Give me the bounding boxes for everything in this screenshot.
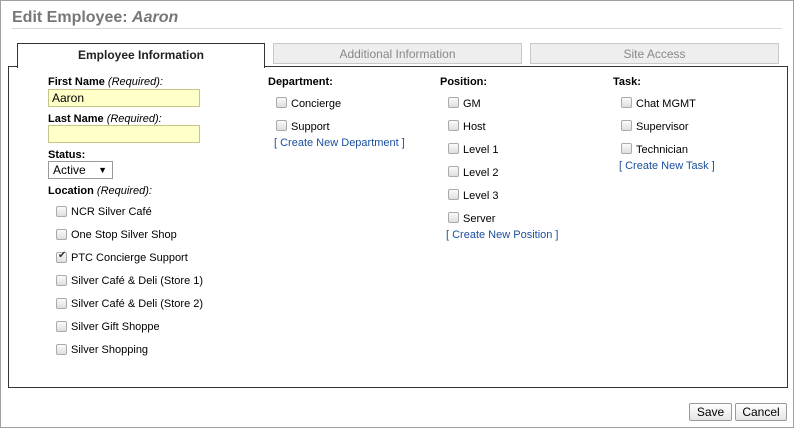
location-option-label: PTC Concierge Support — [71, 252, 188, 264]
position-checkbox-level-1[interactable] — [448, 143, 459, 154]
task-option-label: Chat MGMT — [636, 98, 696, 110]
position-label: Position: — [440, 76, 488, 88]
position-option-label: Level 3 — [463, 190, 499, 202]
position-checkbox-host[interactable] — [448, 120, 459, 131]
last-name-label: Last Name (Required): — [48, 113, 162, 125]
location-option-label: NCR Silver Café — [71, 206, 152, 218]
position-option-label: Level 2 — [463, 167, 499, 179]
tab-employee-information[interactable]: Employee Information — [17, 43, 265, 68]
location-option-label: Silver Café & Deli (Store 2) — [71, 298, 204, 310]
department-option-label: Concierge — [291, 98, 342, 110]
location-checkbox-silver-gift-shoppe[interactable] — [56, 321, 67, 332]
last-name-input[interactable] — [48, 125, 200, 143]
create-new-department-link[interactable]: [ Create New Department ] — [274, 137, 405, 149]
create-new-position-link[interactable]: [ Create New Position ] — [446, 229, 559, 241]
task-option-label: Technician — [636, 144, 688, 156]
save-button[interactable]: Save — [689, 403, 732, 421]
task-checkbox-chat-mgmt[interactable] — [621, 97, 632, 108]
location-label: Location (Required): — [48, 185, 152, 197]
position-checkbox-level-2[interactable] — [448, 166, 459, 177]
task-checkbox-technician[interactable] — [621, 143, 632, 154]
department-checkbox-concierge[interactable] — [276, 97, 287, 108]
position-option-label: Server — [463, 213, 496, 225]
position-option-label: Level 1 — [463, 144, 499, 156]
position-option-label: Host — [463, 121, 486, 133]
create-new-task-link[interactable]: [ Create New Task ] — [619, 160, 715, 172]
location-option-label: Silver Gift Shoppe — [71, 321, 160, 333]
location-option-label: One Stop Silver Shop — [71, 229, 177, 241]
employee-name: Aaron — [132, 9, 179, 26]
tab-additional-information[interactable]: Additional Information — [273, 43, 522, 64]
location-checkbox-ptc-concierge-support[interactable] — [56, 250, 67, 263]
location-checkbox-ncr-silver-cafe[interactable] — [56, 206, 67, 217]
position-checkbox-gm[interactable] — [448, 97, 459, 108]
task-option-label: Supervisor — [636, 121, 689, 133]
first-name-input[interactable]: Aaron — [48, 89, 200, 107]
position-checkbox-server[interactable] — [448, 212, 459, 223]
tab-site-access[interactable]: Site Access — [530, 43, 779, 64]
department-option-label: Support — [291, 121, 330, 133]
status-select[interactable]: Active ▼ — [48, 161, 113, 179]
employee-information-panel: First Name (Required): Aaron Last Name (… — [8, 66, 788, 388]
department-label: Department: — [268, 76, 333, 88]
location-checkbox-silver-cafe-deli-store-2[interactable] — [56, 298, 67, 309]
title-divider — [12, 28, 782, 29]
department-checkbox-support[interactable] — [276, 120, 287, 131]
edit-employee-dialog: Edit Employee: Aaron Employee Informatio… — [0, 0, 794, 428]
location-option-label: Silver Café & Deli (Store 1) — [71, 275, 204, 287]
location-checkbox-silver-cafe-deli-store-1[interactable] — [56, 275, 67, 286]
title-prefix: Edit Employee: — [12, 9, 128, 26]
status-selected-value: Active — [53, 163, 86, 177]
status-label: Status: — [48, 149, 86, 161]
location-checkbox-one-stop-silver-shop[interactable] — [56, 229, 67, 240]
chevron-down-icon: ▼ — [98, 165, 107, 175]
task-label: Task: — [613, 76, 641, 88]
page-title: Edit Employee: Aaron — [12, 9, 178, 27]
first-name-label: First Name (Required): — [48, 76, 163, 88]
position-checkbox-level-3[interactable] — [448, 189, 459, 200]
position-option-label: GM — [463, 98, 481, 110]
location-checkbox-silver-shopping[interactable] — [56, 344, 67, 355]
task-checkbox-supervisor[interactable] — [621, 120, 632, 131]
cancel-button[interactable]: Cancel — [735, 403, 787, 421]
location-option-label: Silver Shopping — [71, 344, 149, 356]
